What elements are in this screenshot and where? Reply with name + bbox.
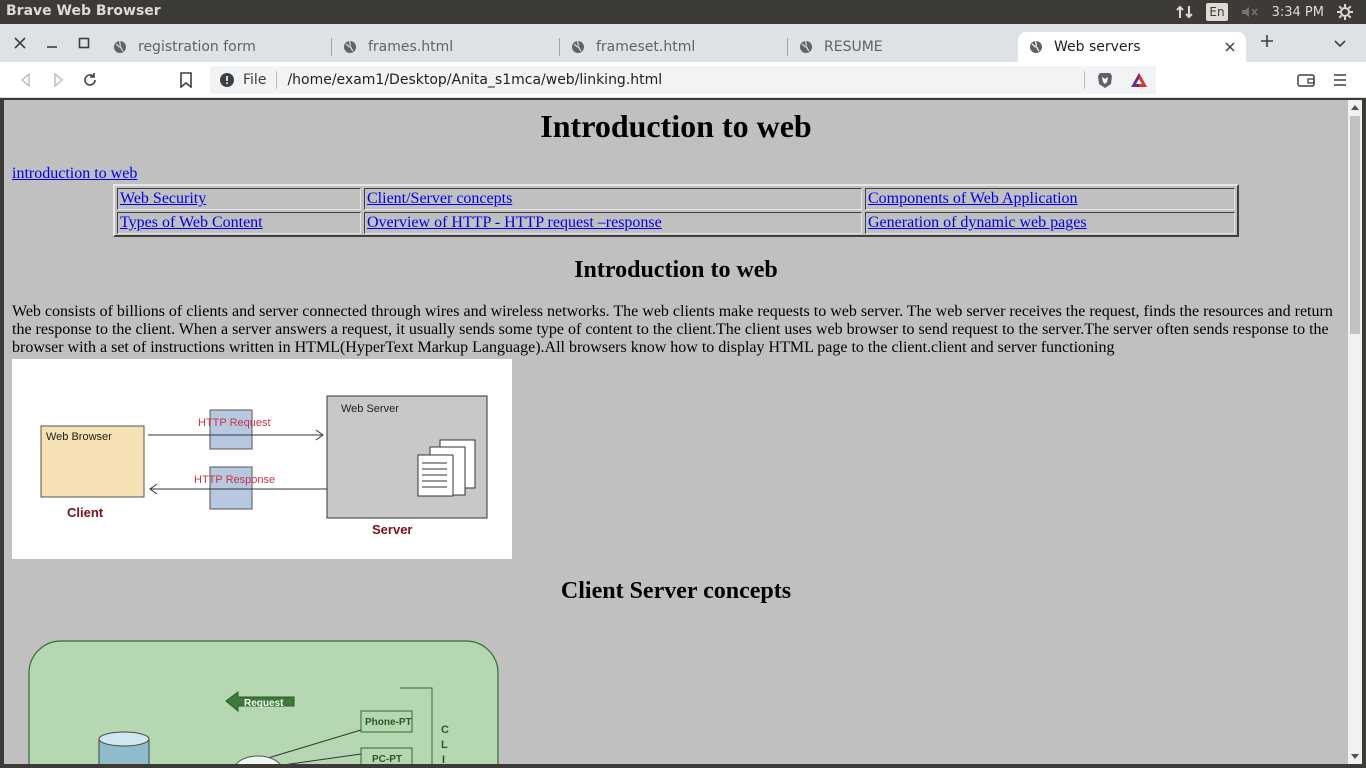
window-maximize-icon[interactable]	[69, 24, 99, 62]
back-arrow-icon[interactable]	[16, 70, 36, 90]
menu-hamburger-icon[interactable]	[1330, 70, 1350, 90]
globe-icon	[570, 39, 586, 55]
url-scheme-label: File	[243, 72, 267, 88]
brave-rewards-triangle-icon[interactable]	[1130, 71, 1148, 89]
top-link-introduction[interactable]: introduction to web	[12, 165, 137, 183]
server-label: Server	[372, 522, 412, 537]
tab-label: registration form	[138, 39, 256, 55]
web-browser-label: Web Browser	[46, 431, 112, 443]
settings-gear-icon[interactable]	[1336, 3, 1354, 21]
tab-frameset[interactable]: frameset.html	[560, 32, 788, 62]
page-title: Introduction to web	[540, 108, 812, 144]
window-frame-right	[1362, 100, 1366, 768]
network-icon[interactable]	[1176, 4, 1194, 20]
link-dynamic-web-pages[interactable]: Generation of dynamic web pages	[868, 214, 1087, 231]
browser-toolbar: File /home/exam1/Desktop/Anita_s1mca/web…	[0, 62, 1366, 98]
globe-icon	[112, 39, 128, 55]
tab-strip: registration form frames.html frameset.h…	[0, 24, 1366, 62]
window-frame-bottom	[0, 764, 1366, 768]
forward-arrow-icon[interactable]	[48, 70, 68, 90]
tab-label: frameset.html	[596, 39, 696, 55]
scroll-down-arrow-icon[interactable]	[1348, 750, 1362, 764]
section-paragraph: Web consists of billions of clients and …	[12, 303, 1333, 356]
clock[interactable]: 3:34 PM	[1272, 5, 1324, 20]
nav-cell: Client/Server concepts	[364, 188, 862, 210]
scrollbar-thumb[interactable]	[1350, 116, 1360, 334]
bookmark-icon[interactable]	[176, 70, 196, 90]
url-separator	[276, 71, 278, 89]
window-close-icon[interactable]	[5, 24, 35, 62]
scroll-up-arrow-icon[interactable]	[1348, 100, 1362, 114]
page-viewport: Introduction to web introduction to web …	[4, 100, 1348, 764]
link-web-security[interactable]: Web Security	[120, 190, 206, 207]
nav-cell: Overview of HTTP - HTTP request –respons…	[364, 212, 862, 234]
svg-text:L: L	[441, 739, 448, 751]
shield-separator	[1084, 71, 1085, 89]
tab-frames[interactable]: frames.html	[332, 32, 560, 62]
link-components-web-application[interactable]: Components of Web Application	[868, 190, 1078, 207]
info-icon[interactable]	[220, 73, 234, 87]
tab-label: Web servers	[1054, 39, 1141, 55]
nav-cell: Components of Web Application	[865, 188, 1235, 210]
address-bar[interactable]: File /home/exam1/Desktop/Anita_s1mca/web…	[210, 66, 1156, 94]
tab-close-icon[interactable]	[1222, 39, 1238, 55]
window-title: Brave Web Browser	[6, 3, 161, 19]
http-request-label: HTTP Request	[198, 417, 271, 429]
new-tab-plus-icon[interactable]	[1256, 30, 1278, 52]
tab-label: frames.html	[368, 39, 454, 55]
window-minimize-icon[interactable]	[37, 24, 67, 62]
client-server-diagram-image: Web Browser Client HTTP Request HTTP Res…	[12, 359, 512, 559]
keyboard-layout-indicator[interactable]: En	[1206, 3, 1228, 21]
globe-icon	[798, 39, 814, 55]
globe-icon	[342, 39, 358, 55]
phone-pt-label: Phone-PT	[365, 717, 412, 728]
volume-muted-icon[interactable]	[1240, 4, 1260, 20]
link-client-server-concepts[interactable]: Client/Server concepts	[367, 190, 512, 207]
link-overview-http[interactable]: Overview of HTTP - HTTP request –respons…	[367, 214, 662, 231]
wallet-icon[interactable]	[1296, 70, 1316, 90]
client-server-network-image: Request Phone-PT PC-PT C L I	[28, 640, 500, 764]
system-tray: En 3:34 PM	[1176, 0, 1366, 24]
section-heading-client-server: Client Server concepts	[560, 578, 792, 604]
nav-cell: Web Security	[117, 188, 361, 210]
globe-icon	[1028, 39, 1044, 55]
tab-search-chevron-down-icon[interactable]	[1330, 34, 1350, 54]
pc-pt-label: PC-PT	[372, 754, 402, 764]
request-packet-box	[209, 409, 253, 450]
tab-label: RESUME	[824, 39, 883, 55]
http-response-label: HTTP Response	[194, 474, 275, 486]
os-top-bar: Brave Web Browser En 3:34 PM	[0, 0, 1366, 24]
web-server-label: Web Server	[341, 403, 399, 415]
reload-icon[interactable]	[80, 70, 100, 90]
client-label: Client	[67, 505, 104, 520]
nav-table: Web Security Client/Server concepts Comp…	[113, 184, 1239, 237]
tab-resume[interactable]: RESUME	[788, 32, 1016, 62]
page-scrollbar[interactable]	[1348, 100, 1362, 764]
nav-cell: Generation of dynamic web pages	[865, 212, 1235, 234]
svg-text:C: C	[441, 724, 449, 736]
nav-cell: Types of Web Content	[117, 212, 361, 234]
tab-registration-form[interactable]: registration form	[102, 32, 332, 62]
request-label: Request	[244, 698, 284, 709]
svg-text:I: I	[442, 754, 445, 764]
url-text[interactable]: /home/exam1/Desktop/Anita_s1mca/web/link…	[287, 72, 662, 88]
link-types-web-content[interactable]: Types of Web Content	[120, 214, 263, 231]
database-icon	[98, 731, 150, 764]
section-heading-introduction: Introduction to web	[574, 257, 778, 283]
tab-web-servers[interactable]: Web servers	[1018, 32, 1246, 62]
brave-shields-lion-icon[interactable]	[1096, 71, 1114, 89]
